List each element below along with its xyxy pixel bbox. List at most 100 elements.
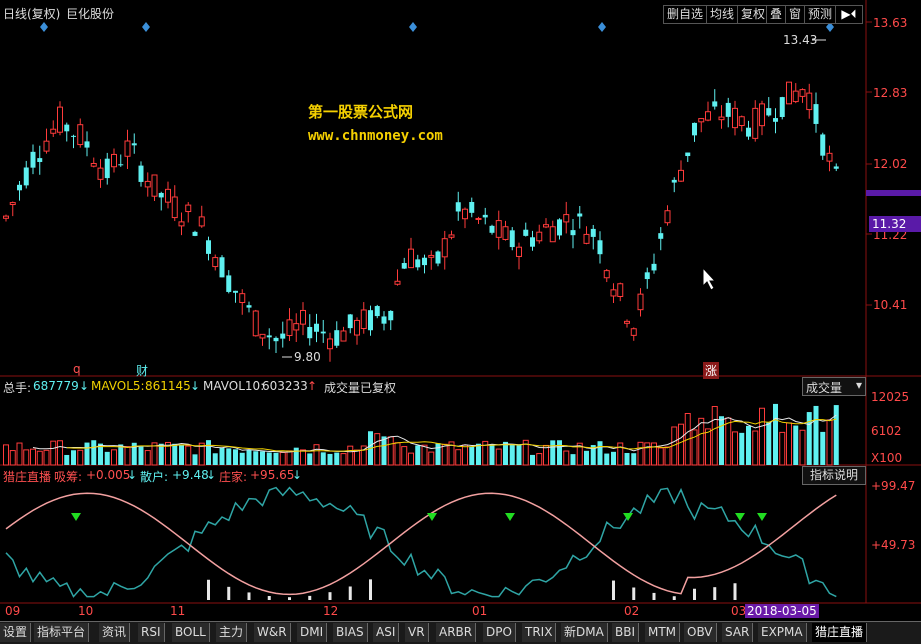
date-label: 12 <box>323 604 339 618</box>
candle-body <box>347 314 353 329</box>
xichou-bar <box>348 586 352 600</box>
volume-bar <box>23 449 30 466</box>
volume-bar <box>806 412 812 465</box>
down-arrow-icon: ↓ <box>127 468 138 482</box>
candle-body <box>813 104 819 124</box>
volume-bar <box>300 449 306 466</box>
candle-body <box>151 174 158 197</box>
volume-bar <box>246 449 252 465</box>
volume-bar <box>36 450 43 466</box>
tab-asi[interactable]: ASI <box>373 623 400 642</box>
tab-rsi[interactable]: RSI <box>138 623 165 642</box>
tab-expma[interactable]: EXPMA <box>758 623 807 642</box>
tab-trix[interactable]: TRIX <box>522 623 557 642</box>
tab-mtm[interactable]: MTM <box>645 623 681 642</box>
candle-body <box>131 143 137 146</box>
tab-arbr[interactable]: ARBR <box>436 623 477 642</box>
volume-bar <box>739 432 745 465</box>
tab-boll[interactable]: BOLL <box>172 623 210 642</box>
candle-body <box>725 102 731 117</box>
candle-body <box>671 179 677 183</box>
event-marker[interactable]: q <box>73 362 81 376</box>
volume-selector[interactable]: 成交量 ▾ <box>802 377 866 396</box>
candle-body <box>732 107 738 129</box>
overlay-button[interactable]: 叠 <box>766 5 787 24</box>
candle-body <box>664 210 671 224</box>
event-marker[interactable]: 涨 <box>703 362 720 379</box>
volume-bar <box>793 425 799 465</box>
candle-body <box>219 257 225 278</box>
volume-tick: 6102 <box>871 424 902 438</box>
candle-body <box>637 293 644 311</box>
volume-bar <box>374 433 381 466</box>
tab-news[interactable]: 资讯 <box>99 623 131 642</box>
indicator-help-button[interactable]: 指标说明 <box>802 466 866 485</box>
tab-bias[interactable]: BIAS <box>333 623 368 642</box>
tab-obv[interactable]: OBV <box>684 623 717 642</box>
tab-bbi[interactable]: BBI <box>612 623 640 642</box>
volume-bar <box>206 440 211 465</box>
tab-main-force[interactable]: 主力 <box>216 623 248 642</box>
tab-dpo[interactable]: DPO <box>483 623 516 642</box>
remove-watchlist-button[interactable]: 删自选 <box>663 5 708 24</box>
xichou-bar <box>369 579 372 600</box>
volume-bar <box>408 452 414 466</box>
volume-bar <box>172 443 178 465</box>
candle-body <box>563 214 570 223</box>
adjust-button[interactable]: 复权 <box>737 5 770 24</box>
xichou-bar <box>713 587 717 600</box>
event-marker[interactable]: 财 <box>136 362 148 379</box>
volume-bar <box>84 442 90 465</box>
xichou-bar <box>227 586 231 600</box>
play-back-icon[interactable]: ▶︎⏴ <box>835 5 863 24</box>
volume-bar <box>711 406 718 466</box>
candle-body <box>590 228 596 237</box>
candle-body <box>792 90 799 103</box>
candle-body <box>597 240 603 255</box>
xichou-bar <box>267 596 271 600</box>
volume-bar <box>401 446 408 466</box>
candle-body <box>401 263 407 269</box>
tab-vr[interactable]: VR <box>405 623 429 642</box>
volume-bar <box>705 428 711 466</box>
volume-bar <box>813 405 819 465</box>
candle-body <box>651 263 657 271</box>
ma-button[interactable]: 均线 <box>706 5 739 24</box>
candle-body <box>752 107 759 139</box>
candle-body <box>9 202 16 206</box>
tab-wr[interactable]: W&R <box>254 623 291 642</box>
volume-adjust-note: 成交量已复权 <box>324 381 397 395</box>
volume-bar <box>489 444 495 465</box>
candle-body <box>368 310 373 331</box>
volume-bar <box>421 444 428 466</box>
tab-settings[interactable]: 设置 <box>0 623 32 642</box>
candle-body <box>685 152 691 157</box>
candle-body <box>192 231 198 236</box>
candle-body <box>266 335 272 338</box>
forecast-button[interactable]: 预测 <box>804 5 837 24</box>
candle-body <box>198 216 205 227</box>
candle-body <box>17 184 22 191</box>
volume-bar <box>631 453 637 465</box>
tab-dmi[interactable]: DMI <box>297 623 328 642</box>
window-button[interactable]: 窗 <box>785 5 806 24</box>
tab-liezhuang[interactable]: 猎庄直播 <box>812 623 868 642</box>
volume-bar <box>725 417 732 466</box>
xichou-bar <box>672 596 676 600</box>
candle-body <box>806 92 813 111</box>
stock-chart[interactable] <box>0 0 921 621</box>
tab-new-dma[interactable]: 新DMA <box>561 623 608 642</box>
tab-sar[interactable]: SAR <box>722 623 754 642</box>
candle-body <box>786 81 792 105</box>
volume-bar <box>64 454 70 465</box>
date-label: 03 <box>731 604 747 618</box>
volume-bar <box>779 431 786 466</box>
xichou-bar <box>632 587 636 600</box>
volume-bar <box>16 442 23 466</box>
volume-unit: X100 <box>871 451 903 465</box>
candle-body <box>30 151 36 168</box>
sanhu-value: +9.48 <box>172 468 209 482</box>
date-label: 01 <box>472 604 488 618</box>
volume-bar <box>536 453 543 466</box>
tab-indicator-platform[interactable]: 指标平台 <box>34 623 90 642</box>
